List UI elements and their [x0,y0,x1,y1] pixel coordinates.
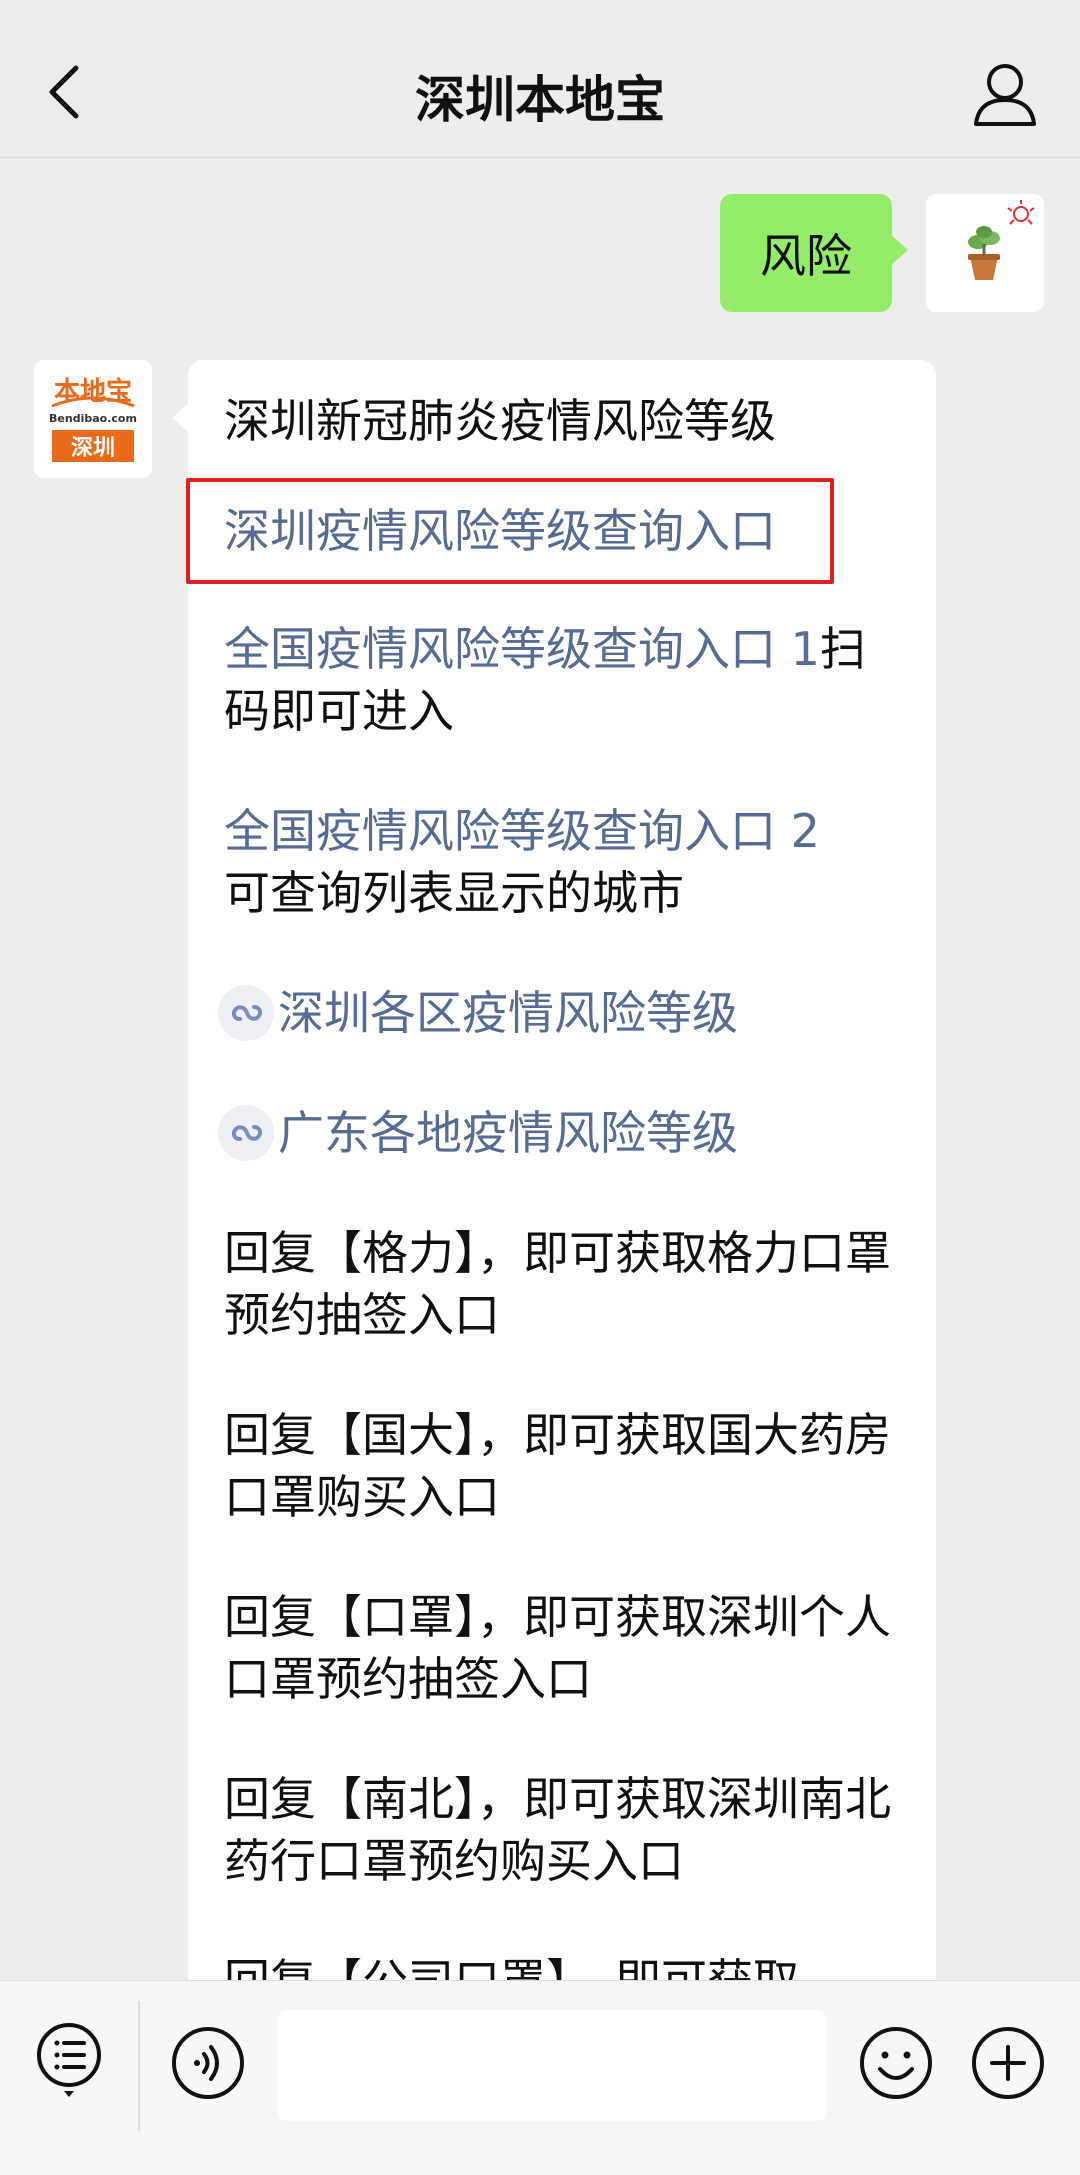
bendibao-logo-icon: 本地宝 Bendibao.com 深圳 [34,360,152,478]
input-bar-divider [138,2001,140,2131]
plus-button[interactable] [970,2025,1046,2101]
reply-instruction: 回复【口罩】，即可获取深圳个人口罩预约抽签入口 [224,1590,891,1706]
official-account-avatar[interactable]: 本地宝 Bendibao.com 深圳 [34,360,152,478]
list-item: 全国疫情风险等级查询入口 1扫码即可进入 [224,618,898,742]
profile-button[interactable] [970,58,1040,128]
input-bar [0,1980,1080,2175]
person-icon [974,64,1036,126]
chat-header: 深圳本地宝 [0,0,1080,158]
menu-list-icon [37,2023,101,2097]
plant-pot-avatar-icon [926,194,1044,312]
mini-program-icon [218,1105,274,1161]
shenzhen-risk-query-link[interactable]: 深圳疫情风险等级查询入口 [224,500,796,562]
voice-icon [172,2027,244,2099]
highlight-box: 深圳疫情风险等级查询入口 [186,478,834,584]
list-item: 全国疫情风险等级查询入口 2 可查询列表显示的城市 [224,800,898,924]
user-message-bubble[interactable]: 风险 [720,194,908,312]
mini-link-label: 深圳各区疫情风险等级 [278,986,738,1040]
user-message-text: 风险 [760,229,852,283]
logo-city: 深圳 [71,436,115,461]
reply-instruction: 回复【格力】，即可获取格力口罩预约抽签入口 [224,1226,891,1342]
list-item-text: 可查询列表显示的城市 [224,866,684,920]
reply-instruction: 回复【国大】，即可获取国大药房口罩购买入口 [224,1408,891,1524]
bot-message-bubble: 深圳新冠肺炎疫情风险等级 深圳疫情风险等级查询入口 全国疫情风险等级查询入口 1… [172,360,936,1980]
message-input[interactable] [278,2009,826,2121]
bot-heading: 深圳新冠肺炎疫情风险等级 [224,394,776,448]
logo-subtext: Bendibao.com [49,412,137,425]
back-button[interactable] [38,52,98,132]
national-risk-query-link-1[interactable]: 全国疫情风险等级查询入口 1 [224,622,820,676]
chevron-left-icon [49,65,79,119]
mini-link-label: 广东各地疫情风险等级 [278,1106,738,1160]
voice-button[interactable] [170,2025,246,2101]
chat-area[interactable]: 风险 本地宝 Bendibao.com 深圳 深圳新冠肺炎疫情风险等级 深圳疫情… [0,158,1080,1980]
mini-program-icon [218,985,274,1041]
user-avatar[interactable] [926,194,1044,312]
national-risk-query-link-2[interactable]: 全国疫情风险等级查询入口 2 [224,804,820,858]
mini-program-link-guangdong[interactable]: 广东各地疫情风险等级 [218,1102,898,1164]
reply-instruction: 回复【南北】，即可获取深圳南北药行口罩预约购买入口 [224,1772,891,1888]
menu-button[interactable] [34,2021,104,2101]
plus-icon [972,2027,1044,2099]
page-title: 深圳本地宝 [415,71,665,129]
mini-program-link-shenzhen-districts[interactable]: 深圳各区疫情风险等级 [218,982,898,1044]
reply-instruction: 回复【公司口罩】，即可获取 [224,1950,898,1980]
emoji-button[interactable] [858,2025,934,2101]
emoji-icon [860,2027,932,2099]
